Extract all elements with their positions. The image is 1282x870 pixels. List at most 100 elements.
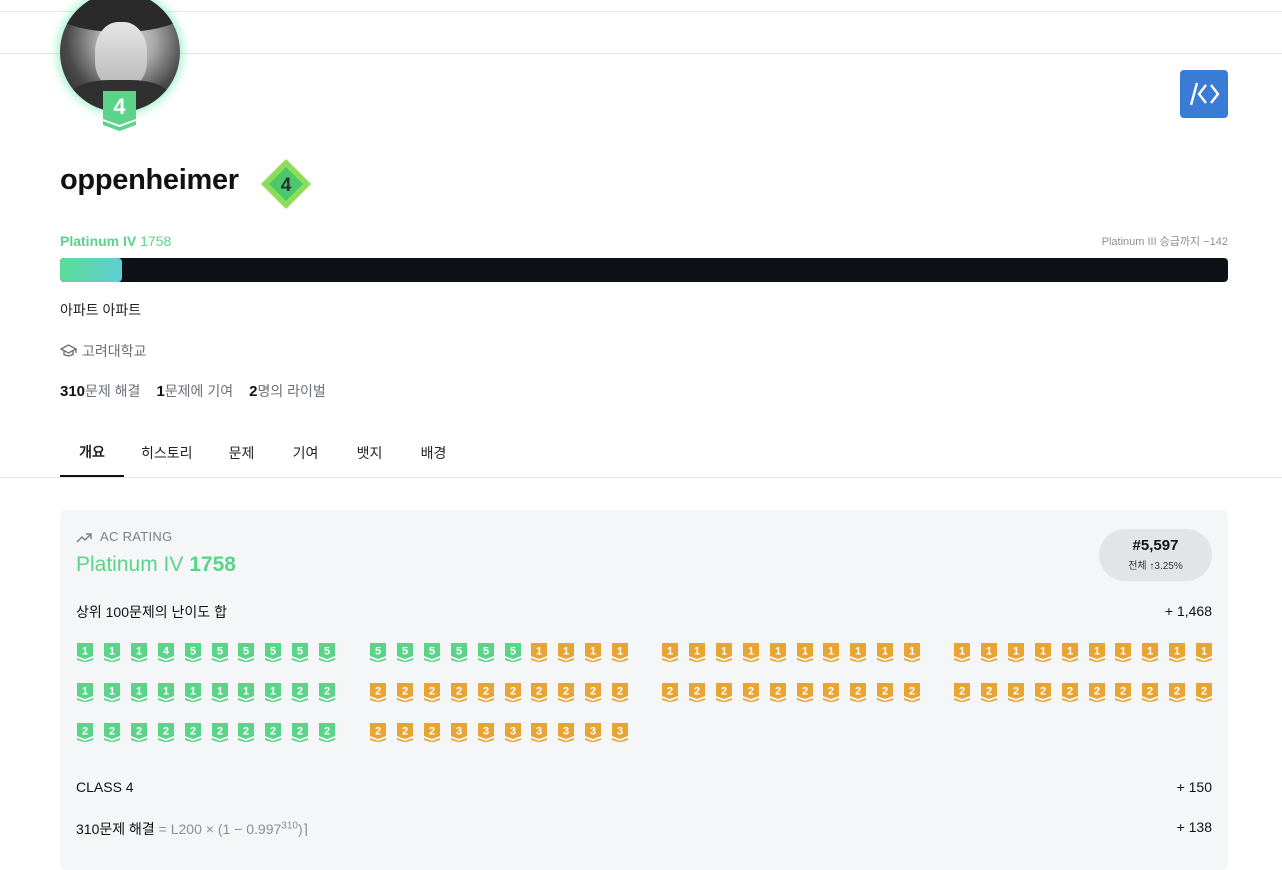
problem-badge-icon[interactable]: 1: [1088, 643, 1105, 662]
problem-badge-icon[interactable]: 2: [662, 683, 678, 702]
problem-badge-icon[interactable]: 1: [612, 643, 629, 662]
problem-badge-icon[interactable]: 1: [77, 643, 93, 662]
problem-badge-icon[interactable]: 1: [77, 683, 93, 702]
problem-badge-icon[interactable]: 2: [980, 683, 997, 702]
problem-badge-icon[interactable]: 2: [477, 683, 494, 702]
problem-badge-icon[interactable]: 2: [531, 683, 548, 702]
problem-badge-icon[interactable]: 2: [370, 683, 386, 702]
problem-badge-icon[interactable]: 2: [715, 683, 732, 702]
problem-badge-icon[interactable]: 2: [157, 723, 174, 742]
problem-badge-icon[interactable]: 1: [1142, 643, 1159, 662]
problem-badge-icon[interactable]: 2: [904, 683, 921, 702]
problem-badge-icon[interactable]: 2: [130, 723, 147, 742]
problem-badge-icon[interactable]: 1: [823, 643, 840, 662]
problem-badge-icon[interactable]: 1: [130, 643, 147, 662]
problem-badge-icon[interactable]: 1: [1115, 643, 1132, 662]
problem-badge-icon[interactable]: 1: [688, 643, 705, 662]
problem-badge-icon[interactable]: 3: [558, 723, 575, 742]
problem-badge-icon[interactable]: 4: [157, 643, 174, 662]
problem-badge-icon[interactable]: 2: [612, 683, 629, 702]
problem-badge-icon[interactable]: 1: [980, 643, 997, 662]
problem-badge-icon[interactable]: 2: [103, 723, 120, 742]
problem-badge-icon[interactable]: 1: [1034, 643, 1051, 662]
problem-badge-icon[interactable]: 5: [423, 643, 440, 662]
problem-badge-icon[interactable]: 1: [1169, 643, 1186, 662]
problem-badge-icon[interactable]: 2: [319, 683, 336, 702]
tab-contributions[interactable]: 기여: [274, 428, 338, 477]
problem-badge-icon[interactable]: 2: [184, 723, 201, 742]
problem-badge-icon[interactable]: 3: [612, 723, 629, 742]
problem-badge-icon[interactable]: 1: [103, 683, 120, 702]
problem-badge-icon[interactable]: 3: [531, 723, 548, 742]
code-button[interactable]: [1180, 70, 1228, 118]
problem-badge-icon[interactable]: 5: [504, 643, 521, 662]
tab-overview[interactable]: 개요: [60, 428, 124, 477]
problem-badge-icon[interactable]: 5: [319, 643, 336, 662]
problem-badge-icon[interactable]: 2: [1061, 683, 1078, 702]
problem-badge-icon[interactable]: 2: [1115, 683, 1132, 702]
problem-badge-icon[interactable]: 2: [319, 723, 336, 742]
problem-badge-icon[interactable]: 2: [423, 723, 440, 742]
problem-badge-icon[interactable]: 2: [877, 683, 894, 702]
problem-badge-icon[interactable]: 1: [238, 683, 255, 702]
problem-badge-icon[interactable]: 1: [742, 643, 759, 662]
problem-badge-icon[interactable]: 5: [211, 643, 228, 662]
problem-badge-icon[interactable]: 2: [769, 683, 786, 702]
problem-badge-icon[interactable]: 1: [954, 643, 970, 662]
problem-badge-icon[interactable]: 1: [265, 683, 282, 702]
problem-badge-icon[interactable]: 1: [769, 643, 786, 662]
problem-badge-icon[interactable]: 3: [504, 723, 521, 742]
problem-badge-icon[interactable]: 2: [1142, 683, 1159, 702]
problem-badge-icon[interactable]: 1: [904, 643, 921, 662]
problem-badge-icon[interactable]: 5: [477, 643, 494, 662]
problem-badge-icon[interactable]: 2: [850, 683, 867, 702]
rank-badge[interactable]: #5,597 전체 ↑3.25%: [1099, 529, 1212, 581]
problem-badge-icon[interactable]: 2: [396, 723, 413, 742]
problem-badge-icon[interactable]: 3: [585, 723, 602, 742]
problem-badge-icon[interactable]: 2: [558, 683, 575, 702]
problem-badge-icon[interactable]: 5: [370, 643, 386, 662]
problem-badge-icon[interactable]: 2: [238, 723, 255, 742]
tab-badges[interactable]: 뱃지: [338, 428, 402, 477]
problem-badge-icon[interactable]: 2: [370, 723, 386, 742]
problem-badge-icon[interactable]: 1: [585, 643, 602, 662]
problem-badge-icon[interactable]: 1: [1061, 643, 1078, 662]
problem-badge-icon[interactable]: 5: [396, 643, 413, 662]
problem-badge-icon[interactable]: 2: [688, 683, 705, 702]
problem-badge-icon[interactable]: 2: [742, 683, 759, 702]
problem-badge-icon[interactable]: 1: [1007, 643, 1024, 662]
problem-badge-icon[interactable]: 2: [423, 683, 440, 702]
stat-solved[interactable]: 310문제 해결: [60, 381, 140, 401]
problem-badge-icon[interactable]: 5: [292, 643, 309, 662]
problem-badge-icon[interactable]: 1: [877, 643, 894, 662]
problem-badge-icon[interactable]: 1: [796, 643, 813, 662]
problem-badge-icon[interactable]: 2: [292, 723, 309, 742]
problem-badge-icon[interactable]: 2: [265, 723, 282, 742]
problem-badge-icon[interactable]: 2: [504, 683, 521, 702]
problem-badge-icon[interactable]: 2: [1088, 683, 1105, 702]
problem-badge-icon[interactable]: 1: [715, 643, 732, 662]
tab-problems[interactable]: 문제: [210, 428, 274, 477]
school[interactable]: 고려대학교: [60, 341, 146, 361]
problem-badge-icon[interactable]: 2: [1169, 683, 1186, 702]
tab-backgrounds[interactable]: 배경: [402, 428, 466, 477]
problem-badge-icon[interactable]: 1: [1196, 643, 1213, 662]
problem-badge-icon[interactable]: 2: [796, 683, 813, 702]
stat-rivals[interactable]: 2명의 라이벌: [249, 381, 326, 401]
problem-badge-icon[interactable]: 1: [662, 643, 678, 662]
problem-badge-icon[interactable]: 5: [265, 643, 282, 662]
problem-badge-icon[interactable]: 1: [211, 683, 228, 702]
tab-history[interactable]: 히스토리: [124, 428, 210, 477]
problem-badge-icon[interactable]: 2: [292, 683, 309, 702]
problem-badge-icon[interactable]: 1: [850, 643, 867, 662]
problem-badge-icon[interactable]: 2: [396, 683, 413, 702]
problem-badge-icon[interactable]: 5: [450, 643, 467, 662]
problem-badge-icon[interactable]: 1: [103, 643, 120, 662]
problem-badge-icon[interactable]: 1: [531, 643, 548, 662]
problem-badge-icon[interactable]: 5: [238, 643, 255, 662]
stat-contrib[interactable]: 1문제에 기여: [156, 381, 233, 401]
problem-badge-icon[interactable]: 2: [450, 683, 467, 702]
problem-badge-icon[interactable]: 1: [558, 643, 575, 662]
problem-badge-icon[interactable]: 1: [157, 683, 174, 702]
problem-badge-icon[interactable]: 3: [477, 723, 494, 742]
